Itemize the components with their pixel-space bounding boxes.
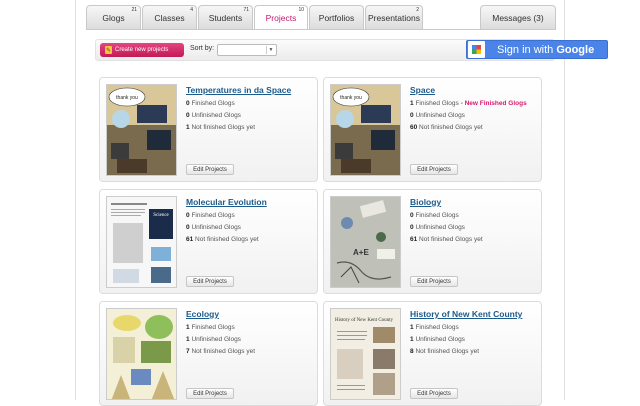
nav-tabs: Glogs 21 Classes 4 Students 71 Projects 10 P…	[86, 5, 424, 30]
google-icon	[468, 41, 485, 58]
new-project-icon: ✎	[105, 46, 112, 54]
finished-count: 0 Finished Glogs	[186, 100, 235, 107]
project-title[interactable]: Biology	[410, 197, 441, 207]
not-finished-count: 1 Not finished Glogs yet	[186, 124, 256, 131]
finished-count: 1 Finished Glogs	[186, 324, 235, 331]
tab-label: Presentations	[368, 12, 420, 23]
project-thumbnail[interactable]: thank you	[330, 84, 401, 176]
tab-count: 2	[416, 7, 419, 13]
project-title[interactable]: Molecular Evolution	[186, 197, 267, 207]
unfinished-count: 1 Unfinished Glogs	[186, 336, 241, 343]
project-title[interactable]: Temperatures in da Space	[186, 85, 291, 95]
edit-projects-button[interactable]: Edit Projects	[186, 276, 234, 287]
project-thumbnail[interactable]: History of New Kent County	[330, 308, 401, 400]
tab-portfolios[interactable]: Portfolios	[309, 5, 364, 29]
unfinished-count: 0 Unfinished Glogs	[410, 224, 465, 231]
tab-count: 21	[131, 7, 137, 13]
project-thumbnail[interactable]: A+E	[330, 196, 401, 288]
thumb-text: A+E	[353, 248, 369, 257]
tab-messages[interactable]: Messages (3)	[480, 5, 556, 29]
create-project-label: Create new projects	[115, 47, 169, 53]
project-thumbnail[interactable]: thank you	[106, 84, 177, 176]
edit-projects-button[interactable]: Edit Projects	[410, 276, 458, 287]
thumb-text: Science	[153, 213, 169, 218]
project-card: Science Molecular Evolution 0 Finished G…	[99, 189, 318, 294]
tab-label: Portfolios	[318, 12, 355, 23]
unfinished-count: 0 Unfinished Glogs	[186, 224, 241, 231]
project-title[interactable]: Ecology	[186, 309, 219, 319]
not-finished-count: 8 Not finished Glogs yet	[410, 348, 480, 355]
finished-count: 0 Finished Glogs	[410, 212, 459, 219]
not-finished-count: 60 Not finished Glogs yet	[410, 124, 483, 131]
tab-label: Glogs	[102, 12, 125, 23]
tab-count: 10	[298, 7, 304, 13]
project-card: Ecology 1 Finished Glogs 1 Unfinished Gl…	[99, 301, 318, 406]
tab-label: Classes	[154, 12, 185, 23]
thumb-text: History of New Kent County	[335, 318, 394, 323]
project-card: thank you Space 1 Finished Glogs - New F…	[323, 77, 542, 182]
project-card: History of New Kent County History of Ne…	[323, 301, 542, 406]
sort-select[interactable]: ▼	[217, 44, 277, 56]
tab-classes[interactable]: Classes 4	[142, 5, 197, 29]
project-title[interactable]: Space	[410, 85, 435, 95]
edit-projects-button[interactable]: Edit Projects	[186, 164, 234, 175]
not-finished-count: 61 Not finished Glogs yet	[186, 236, 259, 243]
tab-projects[interactable]: Projects 10	[254, 5, 308, 30]
finished-count: 0 Finished Glogs	[186, 212, 235, 219]
not-finished-count: 7 Not finished Glogs yet	[186, 348, 256, 355]
unfinished-count: 1 Unfinished Glogs	[410, 336, 465, 343]
tab-count: 71	[243, 7, 249, 13]
edit-projects-button[interactable]: Edit Projects	[186, 388, 234, 399]
google-signin-label: Sign in with Google	[497, 43, 595, 56]
thumb-text: thank you	[116, 95, 138, 101]
edit-projects-button[interactable]: Edit Projects	[410, 388, 458, 399]
project-card: A+E Biology 0 Finished Glogs 0 Unfinishe…	[323, 189, 542, 294]
chevron-down-icon: ▼	[266, 46, 275, 54]
tab-label: Students	[208, 12, 243, 23]
create-project-button[interactable]: ✎ Create new projects	[100, 43, 184, 57]
google-signin-button[interactable]: Sign in with Google	[466, 40, 608, 59]
tab-label: Messages (3)	[492, 12, 544, 23]
project-card: thank you Temperatures in da Space 0 Fin…	[99, 77, 318, 182]
tab-students[interactable]: Students 71	[198, 5, 253, 29]
not-finished-count: 61 Not finished Glogs yet	[410, 236, 483, 243]
tab-presentations[interactable]: Presentations 2	[365, 5, 423, 29]
finished-count: 1 Finished Glogs - New Finished Glogs	[410, 100, 527, 107]
new-finished-badge: - New Finished Glogs	[460, 100, 527, 107]
tab-count: 4	[190, 7, 193, 13]
sort-label: Sort by:	[190, 45, 215, 52]
project-thumbnail[interactable]: Science	[106, 196, 177, 288]
finished-count: 1 Finished Glogs	[410, 324, 459, 331]
thumb-text: thank you	[340, 95, 362, 101]
project-title[interactable]: History of New Kent County	[410, 309, 522, 319]
edit-projects-button[interactable]: Edit Projects	[410, 164, 458, 175]
project-thumbnail[interactable]	[106, 308, 177, 400]
tab-divider	[86, 29, 556, 30]
unfinished-count: 0 Unfinished Glogs	[186, 112, 241, 119]
tab-label: Projects	[265, 13, 297, 23]
unfinished-count: 0 Unfinished Glogs	[410, 112, 465, 119]
tab-glogs[interactable]: Glogs 21	[86, 5, 141, 29]
